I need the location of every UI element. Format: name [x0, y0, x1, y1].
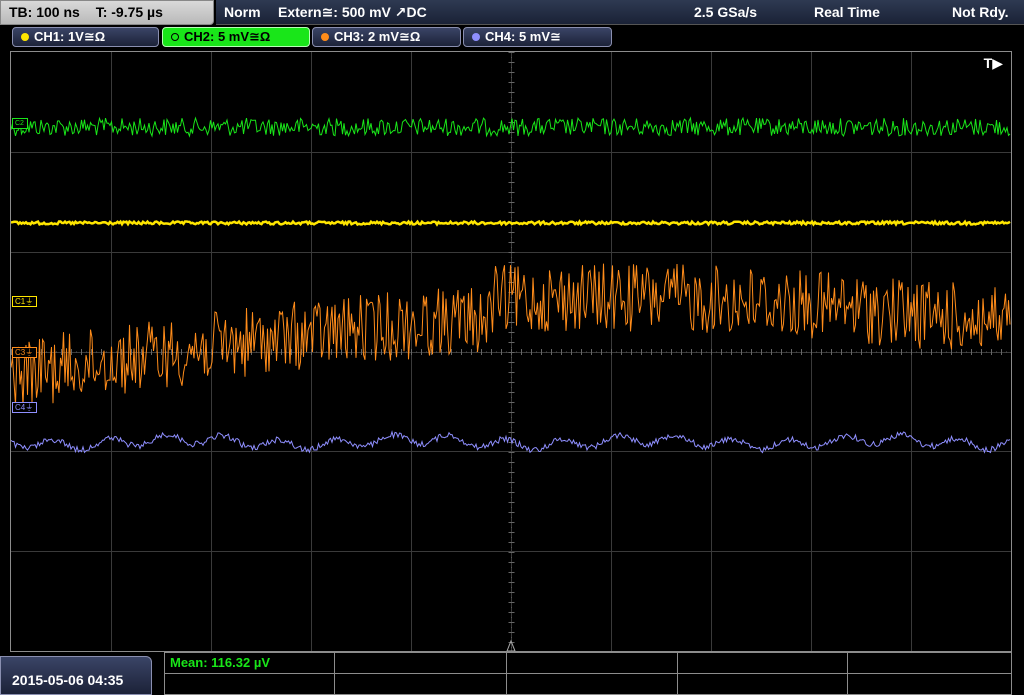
measurement-cell[interactable]: [507, 674, 678, 695]
measurement-cell[interactable]: [848, 653, 1012, 674]
waveform-canvas[interactable]: [11, 52, 1011, 651]
channel-dot-icon: [321, 33, 329, 41]
measurement-cell[interactable]: [165, 674, 335, 695]
measurement-cell[interactable]: [678, 653, 848, 674]
channel-label: CH1: 1V≅Ω: [34, 29, 106, 44]
trigger-source[interactable]: Extern≅: 500 mV ↗DC: [278, 0, 427, 24]
channel-dot-icon: [171, 33, 179, 41]
ch2-trace: [11, 116, 1011, 138]
channel-tab-ch4[interactable]: CH4: 5 mV≅: [463, 27, 612, 47]
ch3-trace: [11, 263, 1011, 407]
channel-dot-icon: [21, 33, 29, 41]
measurement-cell[interactable]: [335, 674, 507, 695]
measurement-panel[interactable]: Mean: 116.32 µV: [164, 652, 1012, 695]
channel-label: CH3: 2 mV≅Ω: [334, 29, 421, 44]
trigger-position-marker[interactable]: T▶: [984, 55, 1003, 72]
timebase-box[interactable]: TB: 100 ns T: -9.75 µs: [0, 0, 214, 25]
ch1-trace: [11, 219, 1011, 227]
ch1-offset-marker[interactable]: C1⏚: [12, 296, 38, 307]
trigger-time-value: T: -9.75 µs: [95, 4, 163, 20]
realtime-mode[interactable]: Real Time: [814, 0, 880, 24]
measurement-cell[interactable]: [678, 674, 848, 695]
measurement-cell[interactable]: [335, 653, 507, 674]
ch2-offset-marker[interactable]: C2: [12, 118, 28, 129]
date-time-display: 2015-05-06 04:35: [0, 656, 152, 695]
sample-rate[interactable]: 2.5 GSa/s: [694, 0, 757, 24]
trigger-state: Not Rdy.: [952, 4, 1009, 20]
waveform-display[interactable]: T▶ C2 C1⏚ C3⏚ C4⏚: [10, 51, 1012, 652]
channel-label: CH4: 5 mV≅: [485, 29, 561, 44]
ch4-offset-marker[interactable]: C4⏚: [12, 402, 38, 413]
status-bar: TB: 100 ns T: -9.75 µs Norm Extern≅: 500…: [0, 0, 1024, 25]
acquisition-status-strip[interactable]: Norm Extern≅: 500 mV ↗DC 2.5 GSa/s Real …: [216, 0, 1024, 25]
measurement-cell[interactable]: [507, 653, 678, 674]
channel-tab-ch3[interactable]: CH3: 2 mV≅Ω: [312, 27, 461, 47]
timebase-value: TB: 100 ns: [9, 4, 80, 20]
channel-tab-ch1[interactable]: CH1: 1V≅Ω: [12, 27, 159, 47]
measurement-cell[interactable]: [848, 674, 1012, 695]
channel-dot-icon: [472, 33, 480, 41]
mean-measurement: Mean: 116.32 µV: [170, 655, 270, 670]
channel-tab-ch2[interactable]: CH2: 5 mV≅Ω: [162, 27, 310, 47]
channel-label: CH2: 5 mV≅Ω: [184, 29, 271, 44]
channel-tabs: CH1: 1V≅Ω CH2: 5 mV≅Ω CH3: 2 mV≅Ω CH4: 5…: [0, 27, 1024, 48]
ch3-offset-marker[interactable]: C3⏚: [12, 347, 38, 358]
acquisition-mode[interactable]: Norm: [224, 0, 261, 24]
